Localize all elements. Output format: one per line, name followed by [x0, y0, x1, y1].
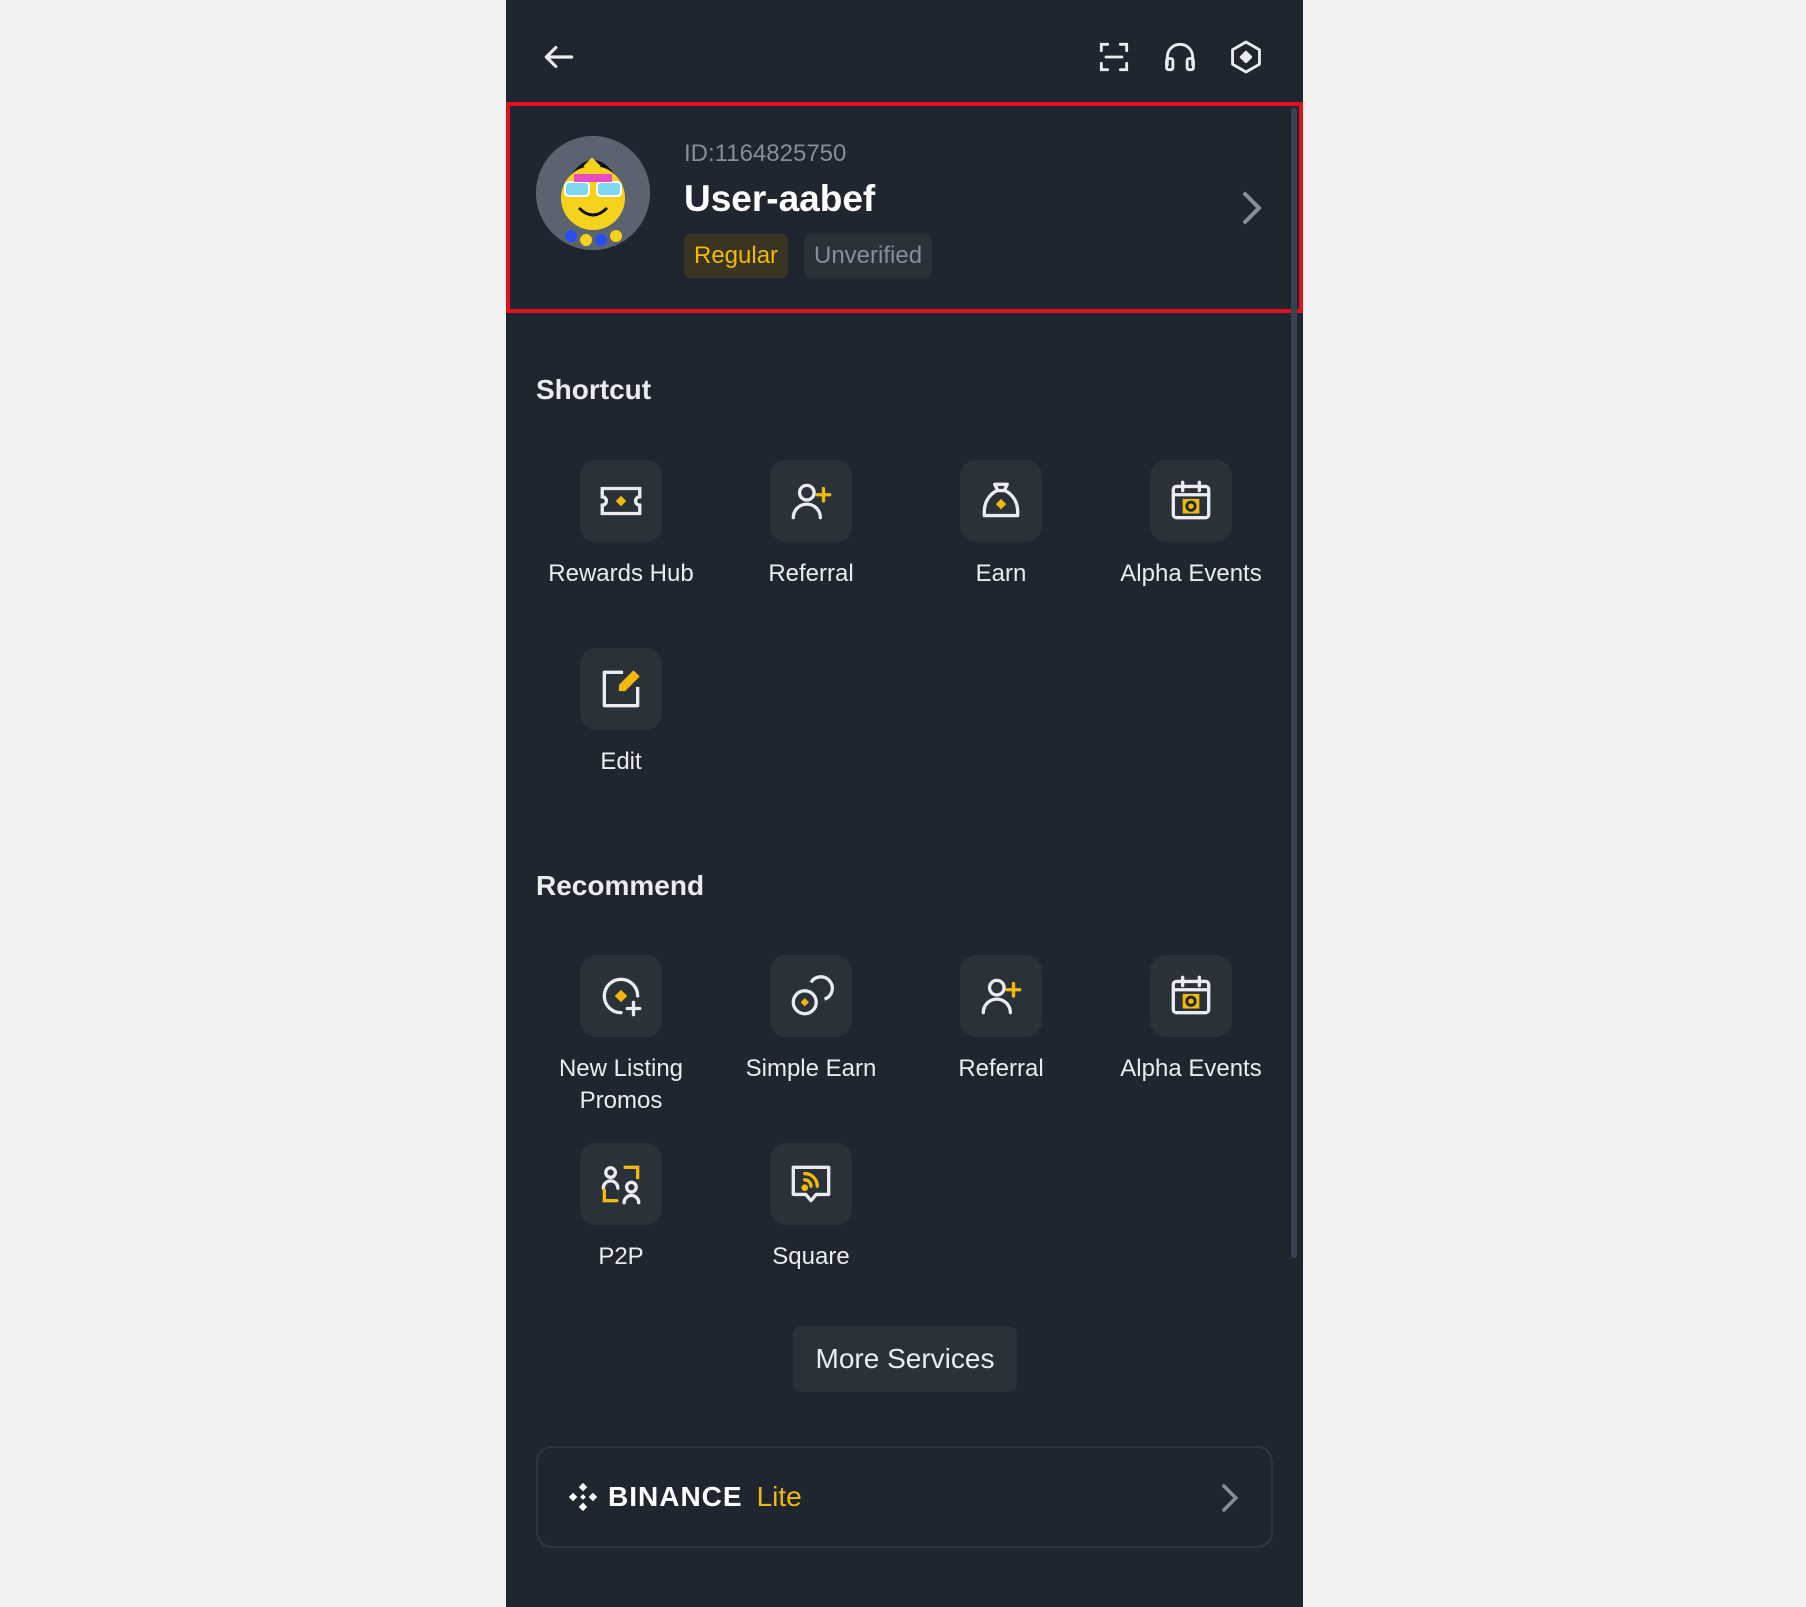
square-feed-icon — [770, 1143, 852, 1225]
tile-label: New Listing Promos — [558, 1055, 684, 1114]
tile-label: Square — [772, 1243, 850, 1270]
lite-wordmark: Lite — [756, 1481, 802, 1512]
vip-level-badge: Regular — [684, 234, 789, 278]
settings-hexagon-icon[interactable] — [1221, 32, 1271, 82]
recommend-new-listing-promos[interactable]: New Listing Promos — [526, 955, 716, 1117]
chevron-right-icon — [1222, 1484, 1239, 1512]
shortcut-edit[interactable]: Edit — [526, 648, 716, 778]
recommend-simple-earn[interactable]: Simple Earn — [716, 955, 906, 1085]
calendar-alpha-icon — [1150, 460, 1232, 542]
shortcut-referral[interactable]: Referral — [716, 460, 906, 590]
tile-label: Earn — [975, 560, 1027, 587]
back-arrow-icon[interactable] — [534, 32, 584, 82]
recommend-title: Recommend — [536, 870, 705, 901]
tile-label: Rewards Hub — [548, 560, 694, 587]
ticket-icon — [580, 460, 662, 542]
profile-card[interactable]: ID:1164825750 User-aabef Regular Unverif… — [506, 102, 1303, 313]
shortcut-title: Shortcut — [536, 374, 652, 405]
calendar-alpha-icon — [1150, 955, 1232, 1037]
p2p-icon — [580, 1143, 662, 1225]
verification-badge[interactable]: Unverified — [804, 234, 933, 278]
tile-label: Alpha Events — [1120, 1055, 1262, 1082]
shortcut-alpha-events[interactable]: Alpha Events — [1096, 460, 1286, 590]
scrollbar[interactable] — [1291, 108, 1297, 1258]
scan-icon[interactable] — [1089, 32, 1139, 82]
top-bar — [506, 0, 1303, 110]
new-listing-icon — [580, 955, 662, 1037]
recommend-alpha-events[interactable]: Alpha Events — [1096, 955, 1286, 1085]
shortcut-earn[interactable]: Earn — [906, 460, 1096, 590]
app-screen: ID:1164825750 User-aabef Regular Unverif… — [506, 0, 1303, 1607]
tile-label: Edit — [600, 748, 642, 775]
tile-label: Alpha Events — [1120, 560, 1262, 587]
shortcut-rewards-hub[interactable]: Rewards Hub — [526, 460, 716, 590]
binance-lite-banner[interactable]: BINANCE Lite — [536, 1446, 1273, 1548]
add-user-icon — [770, 460, 852, 542]
money-bag-icon — [960, 460, 1042, 542]
binance-wordmark: BINANCE — [608, 1481, 743, 1512]
recommend-referral[interactable]: Referral — [906, 955, 1096, 1085]
simple-earn-icon — [770, 955, 852, 1037]
tile-label: Referral — [768, 560, 854, 587]
recommend-p2p[interactable]: P2P — [526, 1143, 716, 1273]
more-services-button[interactable]: More Services — [793, 1326, 1017, 1392]
recommend-square[interactable]: Square — [716, 1143, 906, 1273]
avatar — [536, 136, 650, 250]
username: User-aabef — [684, 178, 876, 219]
edit-icon — [580, 648, 662, 730]
add-user-icon — [960, 955, 1042, 1037]
headset-icon[interactable] — [1155, 32, 1205, 82]
user-id: ID:1164825750 — [684, 140, 847, 167]
binance-logo-icon — [568, 1482, 598, 1512]
tile-label: P2P — [598, 1243, 644, 1270]
binance-lite-logo: BINANCE Lite — [566, 1480, 802, 1514]
tile-label: Simple Earn — [745, 1055, 877, 1082]
chevron-right-icon — [1243, 192, 1262, 224]
tile-label: Referral — [958, 1055, 1044, 1082]
